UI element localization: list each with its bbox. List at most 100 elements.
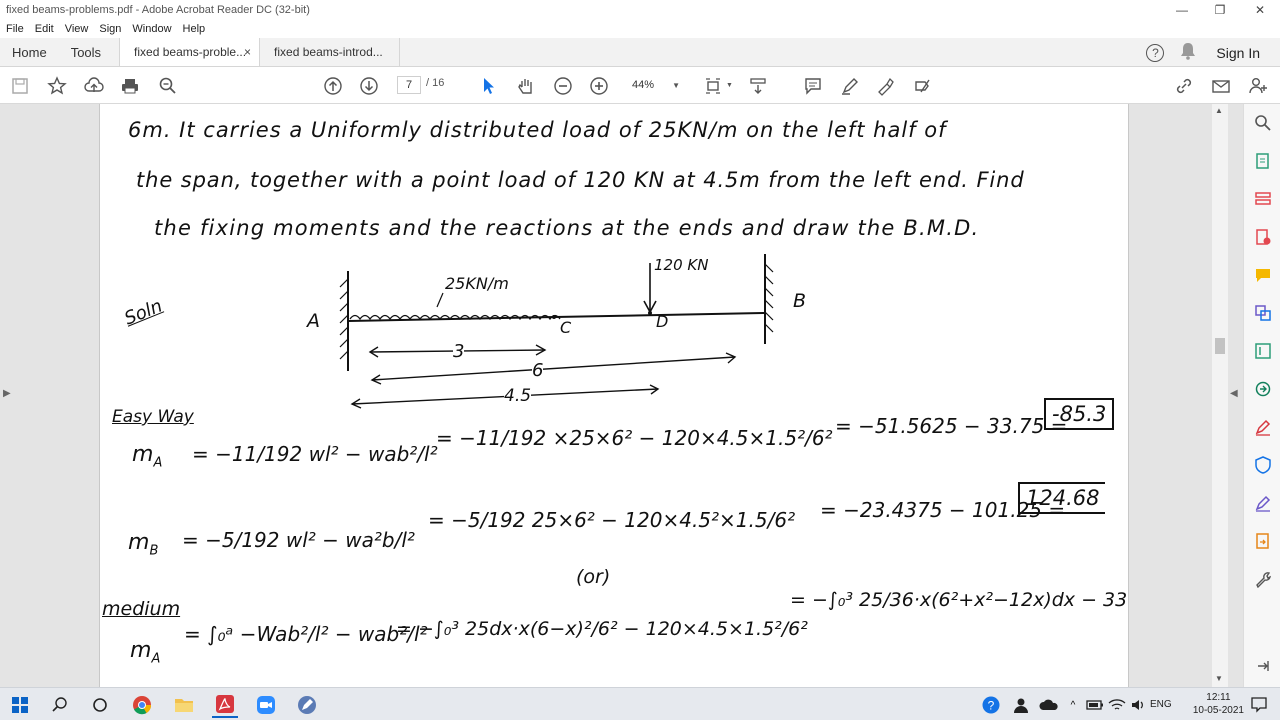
combine-files-icon[interactable] xyxy=(1252,302,1274,324)
menu-window[interactable]: Window xyxy=(132,23,171,35)
dimension-3-label: 3 xyxy=(453,341,465,362)
send-for-signature-icon[interactable] xyxy=(1252,492,1274,514)
tab-doc-problems-label: fixed beams-proble... xyxy=(134,45,247,59)
language-indicator[interactable]: ENG xyxy=(1150,699,1172,710)
point-load-label: 120 KN xyxy=(654,256,709,274)
mb-result-box: 124.68 xyxy=(1018,482,1106,514)
hand-tool-icon[interactable] xyxy=(515,75,537,97)
task-view-icon[interactable] xyxy=(87,692,113,718)
previous-page-icon[interactable] xyxy=(322,75,344,97)
protect-shield-icon[interactable] xyxy=(1252,454,1274,476)
taskbar-search-icon[interactable] xyxy=(47,692,73,718)
upload-cloud-icon[interactable] xyxy=(83,75,105,97)
export-pdf-icon[interactable] xyxy=(1252,150,1274,172)
zoom-search-icon[interactable] xyxy=(157,75,179,97)
menu-sign[interactable]: Sign xyxy=(99,23,121,35)
fill-sign-icon[interactable] xyxy=(912,75,934,97)
onedrive-icon[interactable] xyxy=(1036,692,1062,718)
tab-doc-problems[interactable]: fixed beams-proble... × xyxy=(119,38,261,66)
left-panel-expand-icon[interactable]: ▶ xyxy=(3,388,11,399)
add-user-icon[interactable] xyxy=(1247,75,1269,97)
zoom-in-icon[interactable] xyxy=(588,75,610,97)
edit-pdf-icon[interactable] xyxy=(1252,340,1274,362)
zoom-value: 44% xyxy=(632,79,655,91)
point-c-label: C xyxy=(560,318,572,337)
chrome-icon[interactable] xyxy=(129,692,155,718)
ma-subscript: A xyxy=(153,455,163,471)
menu-help[interactable]: Help xyxy=(183,23,206,35)
help-icon[interactable]: ? xyxy=(1146,43,1165,62)
window-title: fixed beams-problems.pdf - Adobe Acrobat… xyxy=(6,4,310,16)
vertical-scrollbar[interactable]: ▲ ▼ xyxy=(1212,104,1228,687)
chevron-down-icon: ▼ xyxy=(672,80,680,90)
or-label: (or) xyxy=(576,566,611,588)
fit-page-icon[interactable] xyxy=(703,75,725,97)
zoom-select[interactable]: 44% ▼ xyxy=(628,76,684,94)
select-cursor-icon[interactable] xyxy=(478,75,500,97)
save-icon[interactable] xyxy=(9,75,31,97)
email-icon[interactable] xyxy=(1210,75,1232,97)
mb-formula: = −5/192 wl² − wa²b/l² xyxy=(182,528,415,552)
zoom-app-icon[interactable] xyxy=(253,692,279,718)
print-icon[interactable] xyxy=(119,75,141,97)
zoom-out-icon[interactable] xyxy=(552,75,574,97)
med-m: m xyxy=(130,638,152,663)
dimension-6-label: 6 xyxy=(532,360,544,381)
volume-icon[interactable] xyxy=(1126,692,1152,718)
tab-tools[interactable]: Tools xyxy=(59,38,119,66)
next-page-icon[interactable] xyxy=(358,75,380,97)
windows-taskbar: ? ^ ENG 12:11 10-05-2021 xyxy=(0,687,1280,720)
dimension-4-5-label: 4.5 xyxy=(504,386,532,406)
close-window-button[interactable]: ✕ xyxy=(1240,0,1280,20)
acrobat-reader-icon[interactable] xyxy=(212,692,238,718)
create-pdf-icon[interactable] xyxy=(1252,226,1274,248)
draw-signature-icon[interactable] xyxy=(875,75,897,97)
clock-time: 12:11 xyxy=(1206,692,1231,703)
comment-tool-icon[interactable] xyxy=(1252,264,1274,286)
fill-and-sign-icon[interactable] xyxy=(1252,416,1274,438)
more-tools-wrench-icon[interactable] xyxy=(1252,568,1274,590)
close-tab-icon[interactable]: × xyxy=(244,45,251,59)
search-icon[interactable] xyxy=(1252,112,1274,134)
scroll-down-icon[interactable]: ▼ xyxy=(1215,674,1223,683)
menu-file[interactable]: File xyxy=(6,23,24,35)
minimize-button[interactable]: — xyxy=(1162,0,1202,20)
scroll-thumb[interactable] xyxy=(1215,338,1225,354)
scroll-mode-icon[interactable] xyxy=(747,75,769,97)
tab-home[interactable]: Home xyxy=(0,38,59,66)
notifications-icon[interactable] xyxy=(1246,692,1272,718)
comment-icon[interactable] xyxy=(802,75,824,97)
problem-line-3: the fixing moments and the reactions at … xyxy=(154,216,980,240)
page-total: / 16 xyxy=(426,77,445,89)
easy-way-label: Easy Way xyxy=(112,407,194,427)
collapse-panel-icon[interactable] xyxy=(1252,655,1274,677)
right-panel-collapse-arrow-icon[interactable]: ◀ xyxy=(1230,388,1238,399)
tab-doc-intro[interactable]: fixed beams-introd... xyxy=(260,38,401,66)
menu-view[interactable]: View xyxy=(65,23,89,35)
notification-bell-icon[interactable] xyxy=(1180,42,1196,63)
mb-symbol: mB xyxy=(128,530,158,558)
ma-formula: = −11/192 wl² − wab²/l² xyxy=(192,442,438,466)
maximize-button[interactable]: ❐ xyxy=(1200,0,1240,20)
ma-result-box: -85.3 xyxy=(1044,398,1115,430)
help-tray-icon[interactable]: ? xyxy=(978,692,1004,718)
system-clock[interactable]: 12:11 10-05-2021 xyxy=(1193,691,1244,717)
fit-options-chevron-icon[interactable]: ▼ xyxy=(726,82,733,89)
file-explorer-icon[interactable] xyxy=(171,692,197,718)
med-expanded: = −∫₀³ 25/36·x(6²+x²−12x)dx − 33.75 xyxy=(790,589,1129,611)
highlight-pen-icon[interactable] xyxy=(839,75,861,97)
send-file-icon[interactable] xyxy=(1252,530,1274,552)
ma-symbol: mA xyxy=(132,442,162,470)
sign-in-button[interactable]: Sign In xyxy=(1216,45,1260,61)
scroll-up-icon[interactable]: ▲ xyxy=(1215,106,1223,115)
scan-ocr-icon[interactable] xyxy=(1252,378,1274,400)
window-titlebar: fixed beams-problems.pdf - Adobe Acrobat… xyxy=(0,0,1280,20)
user-tray-icon[interactable] xyxy=(1008,692,1034,718)
page-number-input[interactable]: 7 xyxy=(397,76,421,94)
link-icon[interactable] xyxy=(1173,75,1195,97)
organize-pages-icon[interactable] xyxy=(1252,188,1274,210)
pen-app-icon[interactable] xyxy=(294,692,320,718)
bookmark-star-icon[interactable] xyxy=(46,75,68,97)
menu-edit[interactable]: Edit xyxy=(35,23,54,35)
windows-start-icon[interactable] xyxy=(7,692,33,718)
